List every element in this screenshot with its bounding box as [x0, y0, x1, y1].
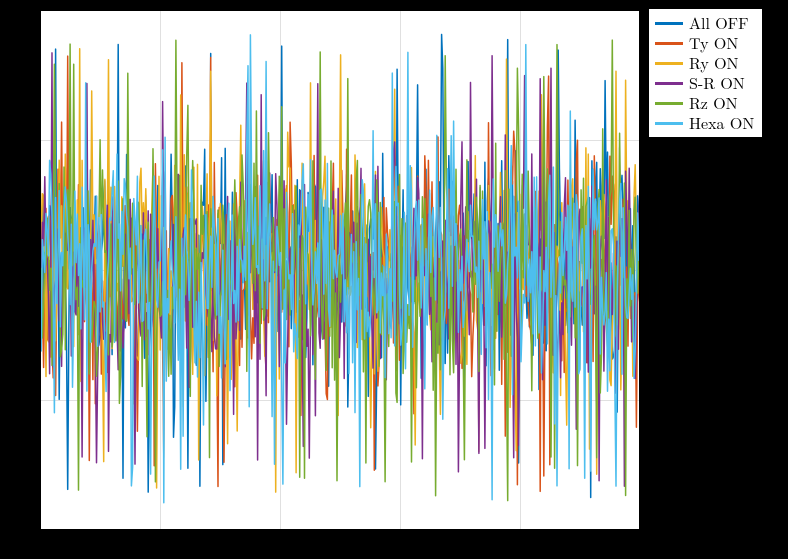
chart-container	[40, 10, 640, 530]
legend-swatch	[655, 22, 683, 25]
legend-label: Ty ON	[689, 33, 738, 53]
legend-label: Rz ON	[689, 93, 738, 113]
legend-item-ry-on: Ry ON	[655, 53, 754, 73]
legend-swatch	[655, 82, 683, 85]
legend-item-sr-on: S-R ON	[655, 73, 754, 93]
legend-swatch	[655, 42, 683, 45]
legend-item-rz-on: Rz ON	[655, 93, 754, 113]
legend-item-hexa-on: Hexa ON	[655, 113, 754, 133]
legend-label: Ry ON	[689, 53, 739, 73]
legend-item-all-off: All OFF	[655, 13, 754, 33]
noise-traces	[40, 10, 640, 530]
legend: All OFF Ty ON Ry ON S-R ON Rz ON Hexa ON	[648, 8, 763, 138]
legend-swatch	[655, 102, 683, 105]
legend-item-ty-on: Ty ON	[655, 33, 754, 53]
legend-label: S-R ON	[689, 73, 745, 93]
legend-swatch	[655, 62, 683, 65]
legend-label: Hexa ON	[689, 113, 754, 133]
legend-label: All OFF	[689, 13, 749, 33]
plot-area	[40, 10, 640, 530]
legend-swatch	[655, 122, 683, 125]
